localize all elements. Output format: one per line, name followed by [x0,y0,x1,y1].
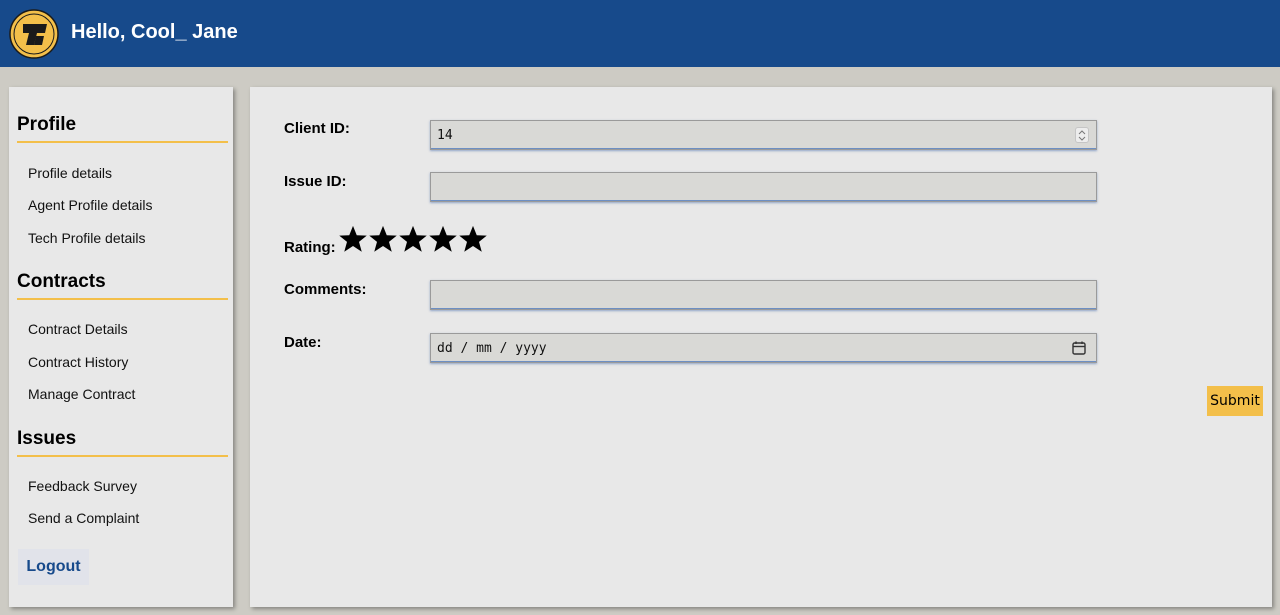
section-divider [17,298,228,300]
section-title-issues: Issues [17,428,77,449]
star-icon[interactable] [458,224,488,254]
calendar-icon[interactable] [1072,341,1086,355]
star-icon[interactable] [428,224,458,254]
star-icon[interactable] [368,224,398,254]
sidebar: Profile Profile details Agent Profile de… [9,87,233,607]
client-id-label: Client ID: [284,120,350,137]
date-input[interactable]: dd / mm / yyyy [430,333,1097,363]
date-label: Date: [284,334,322,351]
company-logo-icon[interactable] [9,9,59,59]
client-id-value: 14 [437,127,453,143]
star-icon[interactable] [398,224,428,254]
comments-label: Comments: [284,281,367,298]
nav-feedback-survey[interactable]: Feedback Survey [28,478,137,494]
nav-contract-details[interactable]: Contract Details [28,321,128,337]
rating-label: Rating: [284,239,336,256]
issue-id-input[interactable] [430,172,1097,202]
logout-button[interactable]: Logout [18,549,89,585]
section-divider [17,141,228,143]
nav-contract-history[interactable]: Contract History [28,354,128,370]
star-icon[interactable] [338,224,368,254]
number-spinner-icon[interactable] [1075,127,1089,143]
greeting-text: Hello, Cool_ Jane [71,21,238,43]
issue-id-label: Issue ID: [284,173,347,190]
top-header: Hello, Cool_ Jane [0,0,1280,67]
nav-manage-contract[interactable]: Manage Contract [28,386,135,402]
section-title-contracts: Contracts [17,271,106,292]
rating-stars [338,224,488,254]
feedback-form: Client ID: 14 Issue ID: Rating: Comments… [250,87,1272,607]
section-divider [17,455,228,457]
comments-input[interactable] [430,280,1097,310]
nav-send-complaint[interactable]: Send a Complaint [28,510,139,526]
nav-tech-profile-details[interactable]: Tech Profile details [28,230,146,246]
submit-button[interactable]: Submit [1207,386,1263,416]
nav-agent-profile-details[interactable]: Agent Profile details [28,197,153,213]
nav-profile-details[interactable]: Profile details [28,165,112,181]
section-title-profile: Profile [17,114,77,135]
client-id-input[interactable]: 14 [430,120,1097,150]
date-placeholder: dd / mm / yyyy [437,340,547,356]
